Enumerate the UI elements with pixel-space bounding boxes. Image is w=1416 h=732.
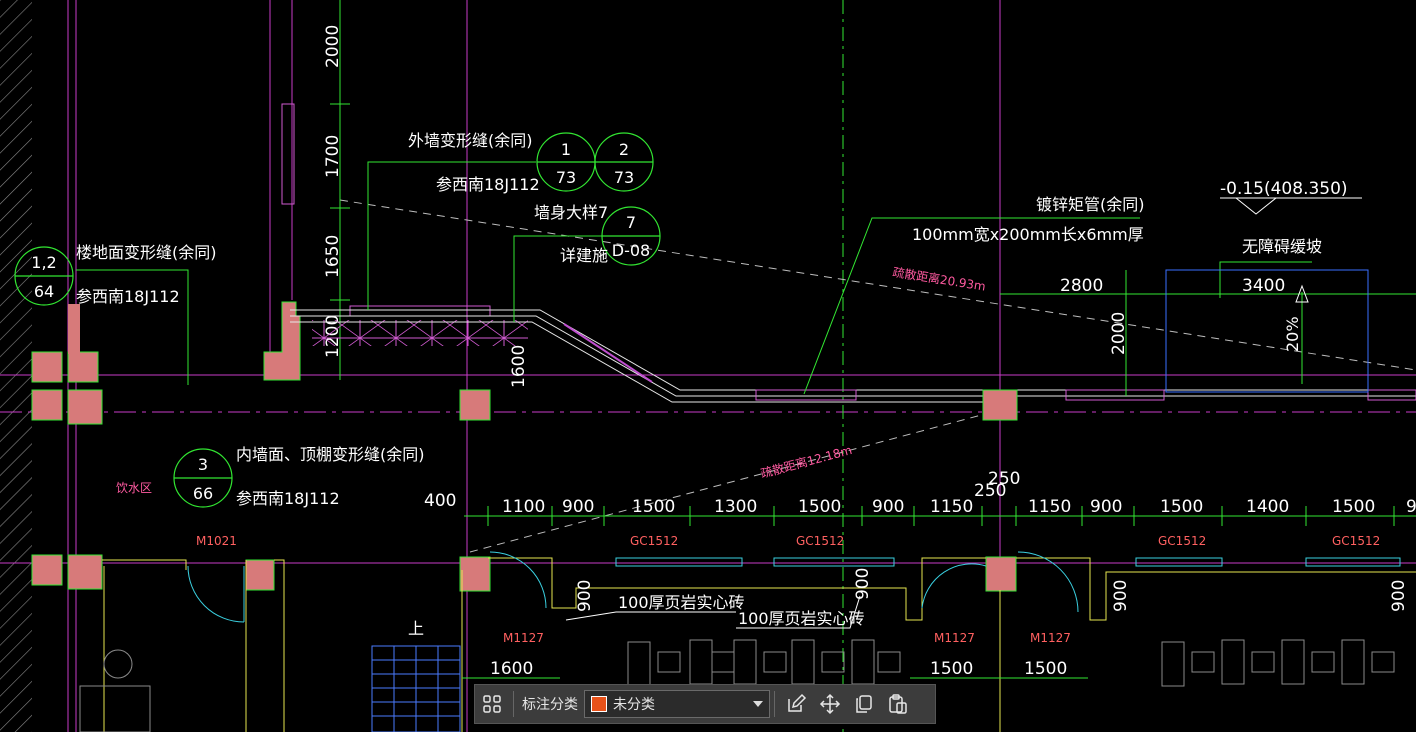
circle-7-top: 7 [626, 213, 636, 232]
circle-2-bottom: 73 [614, 168, 634, 187]
interior-joint-text: 内墙面、顶棚变形缝(余同) [236, 445, 425, 464]
circle-3-bottom: 66 [193, 484, 213, 503]
railing-top [349, 305, 491, 317]
window-gc1512-3: GC1512 [1158, 534, 1206, 548]
dim-row-12: 9 [1406, 497, 1416, 517]
dim-row-0: 1100 [502, 497, 545, 517]
grid-apps-icon[interactable] [479, 691, 505, 717]
pipe-note-1: 镀锌矩管(余同) [1036, 195, 1145, 214]
dim-2800: 2800 [1060, 276, 1103, 296]
door-m1127-2: M1127 [934, 631, 975, 645]
wall-note-leader-1 [565, 611, 736, 621]
dim-row-1: 900 [562, 497, 594, 517]
wall-detail-text: 墙身大样7 [534, 203, 608, 222]
railing-boxes [312, 320, 528, 346]
dim-3400: 3400 [1242, 276, 1285, 296]
door-m1127-1: M1127 [503, 631, 544, 645]
rail-segment-2 [1065, 389, 1165, 401]
circle-3-top: 3 [198, 455, 208, 474]
copy-icon[interactable] [851, 691, 877, 717]
slope-label: 无障碍缓坡 [1242, 237, 1322, 256]
category-label: 标注分类 [522, 697, 578, 713]
dim-row-5: 900 [872, 497, 904, 517]
dim-400: 400 [424, 491, 456, 511]
dim-v-2000: 2000 [323, 25, 343, 68]
bottom-dim-1600: 1600 [490, 659, 533, 679]
room-label: 饮水区 [116, 481, 152, 495]
bottom-dim-1500-b: 1500 [1024, 659, 1067, 679]
dim-row-10: 1400 [1246, 497, 1289, 517]
circle-7-bottom: D-08 [612, 241, 650, 260]
category-select[interactable]: 未分类 [584, 690, 770, 718]
door-m1021: M1021 [196, 534, 237, 548]
floor-joint-ref: 参西南18J112 [76, 287, 180, 306]
wall-note-1: 100厚页岩实心砖 [618, 593, 745, 612]
elevation-text: -0.15(408.350) [1220, 179, 1348, 199]
toolbar-divider-2 [774, 691, 775, 717]
wall-note-2: 100厚页岩实心砖 [738, 609, 865, 628]
circle-12-top: 1,2 [31, 253, 56, 272]
upper-wall-column [263, 301, 301, 381]
axis-grid [0, 0, 1416, 732]
dim-v-1650: 1650 [323, 235, 343, 278]
small-dim-900-3: 900 [1111, 580, 1131, 612]
circle-1-top: 1 [561, 140, 571, 159]
slope-percent: 20% [1283, 316, 1302, 352]
bottom-dim-1500-a: 1500 [930, 659, 973, 679]
stairs [371, 645, 461, 732]
small-dim-900-2: 900 [853, 568, 873, 600]
paste-icon[interactable] [885, 691, 911, 717]
exterior-joint-text: 外墙变形缝(余同) [408, 131, 533, 150]
evacuation-line-2 [469, 409, 1001, 553]
hatched-exterior-wall [0, 0, 32, 732]
door-m1127-3: M1127 [1030, 631, 1071, 645]
small-dim-900-1: 900 [575, 580, 595, 612]
interior-joint-ref: 参西南18J112 [236, 489, 340, 508]
dim-row-2: 1500 [632, 497, 675, 517]
dim-v-1600: 1600 [509, 345, 529, 388]
elevation-marker [1235, 197, 1278, 215]
move-icon[interactable] [817, 691, 843, 717]
circle-2-top: 2 [619, 140, 629, 159]
small-dim-900-4: 900 [1389, 580, 1409, 612]
left-wall-fill [68, 304, 80, 354]
category-value: 未分类 [613, 697, 655, 713]
dim-row-6: 1150 [930, 497, 973, 517]
ramp-rail [563, 323, 653, 383]
wall-detail-sub: 详建施 [560, 246, 608, 265]
edit-icon[interactable] [783, 691, 809, 717]
annotation-toolbar: 标注分类 未分类 [474, 684, 936, 724]
cad-drawing-canvas[interactable]: 2000 1700 1650 1200 1600 2000 [0, 0, 1416, 732]
window-gc1512-2: GC1512 [796, 534, 844, 548]
dim-row-11: 1500 [1332, 497, 1375, 517]
dim-250-b: 250 [974, 481, 1006, 501]
circle-1-bottom: 73 [556, 168, 576, 187]
window-gc1512-1: GC1512 [630, 534, 678, 548]
dim-row-9: 1500 [1160, 497, 1203, 517]
floor-joint-text: 楼地面变形缝(余同) [76, 243, 217, 262]
distance-label-1: 疏散距离20.93m [892, 264, 987, 294]
dim-v-1700: 1700 [323, 135, 343, 178]
category-color-swatch [591, 696, 607, 712]
chevron-down-icon [753, 701, 763, 707]
dim-row-3: 1300 [714, 497, 757, 517]
distance-label-2: 疏散距离12.18m [759, 442, 854, 481]
pipe-note-2: 100mm宽x200mm长x6mm厚 [912, 225, 1144, 244]
circle-12-bottom: 64 [34, 282, 54, 301]
dim-row-7: 1150 [1028, 497, 1071, 517]
dim-row-8: 900 [1090, 497, 1122, 517]
exterior-joint-ref: 参西南18J112 [436, 175, 540, 194]
rail-segment-3 [1367, 389, 1416, 401]
toolbar-divider [513, 691, 514, 717]
window-gc1512-4: GC1512 [1332, 534, 1380, 548]
stair-up-label: 上 [408, 619, 424, 638]
rail-segment-1 [755, 389, 857, 401]
dim-row-4: 1500 [798, 497, 841, 517]
